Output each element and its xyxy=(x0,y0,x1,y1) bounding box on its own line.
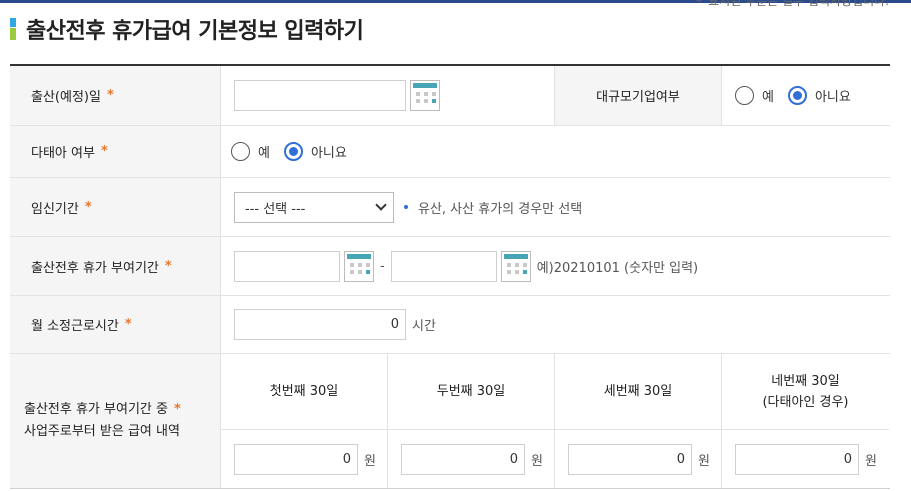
title-marker-icon xyxy=(10,18,16,40)
radio-on-icon xyxy=(283,142,303,161)
required-marker: * xyxy=(106,88,114,103)
pregnancy-period-select[interactable]: --- 선택 --- xyxy=(234,191,394,223)
label-leave-period: 출산전후 휴가 부여기간 * xyxy=(10,237,221,295)
pay-column-2-header: 두번째 30일 xyxy=(388,354,555,430)
row-pregnancy-period: 임신기간 * --- 선택 --- 유산, 사산 휴가의 경우만 선택 xyxy=(10,178,890,237)
pay-columns-inputs: 원 원 원 원 xyxy=(221,430,890,488)
row-birth-date: 출산(예정)일 * 대규모기업여부 예 아니요 xyxy=(10,66,890,126)
leave-end-input[interactable] xyxy=(390,250,497,282)
calendar-icon[interactable] xyxy=(410,80,440,111)
multiple-birth-no-radio[interactable]: 아니요 xyxy=(283,142,347,161)
radio-off-icon xyxy=(231,142,250,161)
basic-info-form: 출산(예정)일 * 대규모기업여부 예 아니요 다태아 여부 * 예 아니요 임신기… xyxy=(10,64,890,489)
chevron-down-icon xyxy=(375,199,387,211)
pay-third-30-input[interactable] xyxy=(568,443,692,475)
birth-date-input[interactable] xyxy=(234,80,406,111)
radio-off-icon xyxy=(735,86,754,105)
leave-start-input[interactable] xyxy=(234,250,340,282)
pregnancy-period-hint: 유산, 사산 휴가의 경우만 선택 xyxy=(404,198,582,217)
large-company-yes-radio[interactable]: 예 xyxy=(735,86,774,105)
pay-second-30-input[interactable] xyxy=(401,443,525,475)
pay-fourth-30-input[interactable] xyxy=(735,443,859,475)
label-monthly-hours: 월 소정근로시간 * xyxy=(10,296,221,353)
pay-column-1-header: 첫번째 30일 xyxy=(221,354,388,430)
label-employer-pay: 출산전후 휴가 부여기간 중 * 사업주로부터 받은 급여 내역 xyxy=(10,354,221,488)
label-large-company: 대규모기업여부 xyxy=(555,66,722,125)
pay-column-4-header: 네번째 30일 (다태아인 경우) xyxy=(722,354,889,430)
leave-period-hint: 예)20210101 (숫자만 입력) xyxy=(536,260,699,276)
pay-column-3-header: 세번째 30일 xyxy=(555,354,722,430)
row-monthly-hours: 월 소정근로시간* 시간 xyxy=(10,296,890,354)
page-title: 출산전후 휴가급여 기본정보 입력하기 xyxy=(26,19,364,44)
monthly-hours-input[interactable] xyxy=(234,309,406,340)
pay-columns-header: 첫번째 30일 두번째 30일 세번째 30일 네번째 30일 (다태아인 경우) xyxy=(221,354,890,430)
calendar-icon[interactable] xyxy=(500,250,531,282)
label-pregnancy-period: 임신기간 * xyxy=(10,178,221,236)
radio-on-icon xyxy=(787,86,807,105)
row-employer-pay: 출산전후 휴가 부여기간 중 * 사업주로부터 받은 급여 내역 첫번째 30일 … xyxy=(10,354,890,489)
page-header: 출산전후 휴가급여 기본정보 입력하기 xyxy=(10,14,364,44)
row-leave-period: 출산전후 휴가 부여기간 * - 예)20210101 (숫자만 입력) xyxy=(10,237,890,296)
bullet-icon xyxy=(404,205,408,209)
multiple-birth-yes-radio[interactable]: 예 xyxy=(231,142,270,161)
required-note: * 표시된 부분은 필수 입력사항입니다. xyxy=(696,0,889,8)
large-company-no-radio[interactable]: 아니요 xyxy=(787,86,851,105)
pay-first-30-input[interactable] xyxy=(234,443,358,475)
label-birth-date: 출산(예정)일 * xyxy=(10,66,221,125)
row-multiple-birth: 다태아 여부 * 예 아니요 xyxy=(10,126,890,178)
label-multiple-birth: 다태아 여부 * xyxy=(10,126,221,177)
calendar-icon[interactable] xyxy=(344,250,374,282)
